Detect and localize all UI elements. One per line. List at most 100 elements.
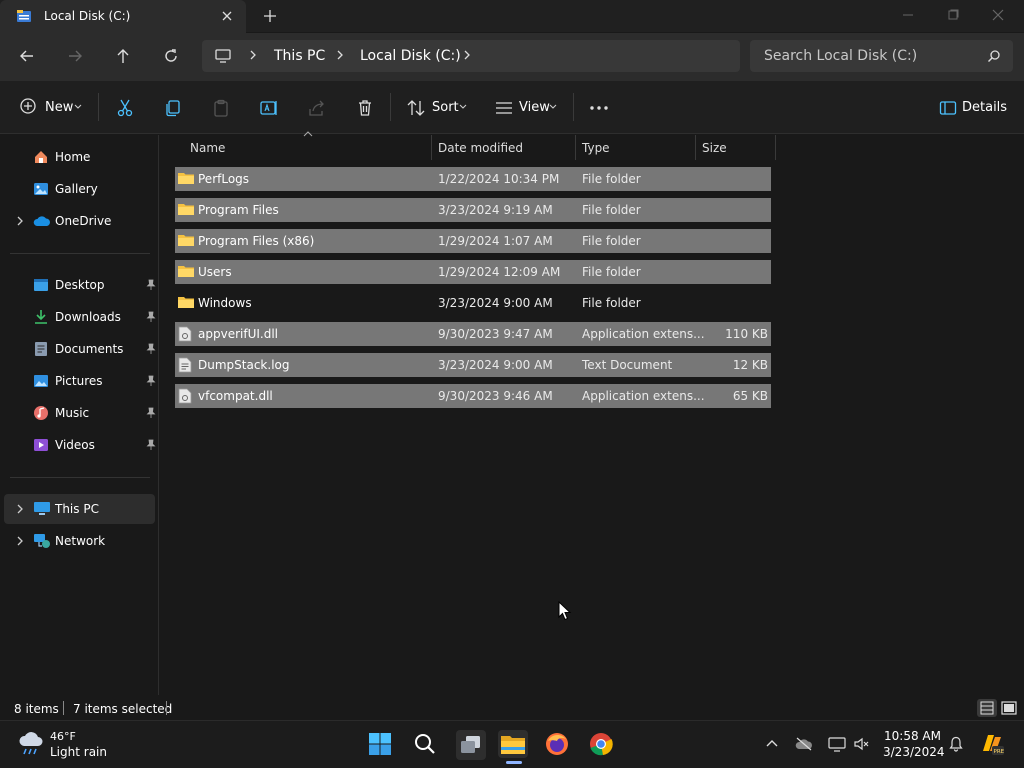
more-options-icon[interactable]: [588, 98, 610, 118]
file-name: appverifUI.dll: [198, 327, 278, 341]
task-view-icon[interactable]: [456, 730, 486, 760]
file-explorer-icon[interactable]: [498, 730, 528, 758]
chevron-right-icon[interactable]: [15, 214, 25, 228]
chevron-right-icon[interactable]: [15, 502, 25, 516]
view-lines-icon[interactable]: [494, 98, 514, 118]
paste-clipboard-icon[interactable]: [211, 98, 231, 118]
windows-start-icon[interactable]: [368, 732, 392, 756]
column-header-date[interactable]: Date modified: [438, 141, 523, 155]
chrome-icon[interactable]: [588, 731, 614, 757]
up-arrow-icon[interactable]: [114, 47, 132, 65]
sidebar-item-label: Music: [55, 406, 90, 420]
sidebar-item-desktop[interactable]: Desktop: [4, 270, 156, 300]
chevron-down-icon[interactable]: [459, 104, 467, 110]
file-row[interactable]: DumpStack.log 3/23/2024 9:00 AM Text Doc…: [175, 353, 771, 377]
sidebar-item-documents[interactable]: Documents: [4, 334, 156, 364]
pin-icon[interactable]: [146, 407, 156, 419]
pin-icon[interactable]: [146, 311, 156, 323]
pin-icon[interactable]: [146, 439, 156, 451]
details-button[interactable]: Details: [962, 100, 1007, 115]
sidebar-item-gallery[interactable]: Gallery: [4, 174, 155, 204]
details-view-toggle[interactable]: [977, 699, 997, 717]
column-resize-handle[interactable]: [695, 135, 696, 160]
chevron-right-icon[interactable]: [15, 534, 25, 548]
firefox-icon[interactable]: [544, 731, 570, 757]
column-header-type[interactable]: Type: [582, 141, 610, 155]
maximize-icon[interactable]: [945, 7, 961, 23]
sidebar-item-network[interactable]: Network: [4, 526, 155, 556]
share-icon[interactable]: [307, 98, 327, 118]
breadcrumb-this-pc[interactable]: This PC: [274, 48, 325, 64]
onedrive-tray-icon[interactable]: [795, 737, 813, 751]
pin-icon[interactable]: [146, 279, 156, 291]
sidebar-item-label: Videos: [55, 438, 95, 452]
file-row[interactable]: Program Files (x86) 1/29/2024 1:07 AM Fi…: [175, 229, 771, 253]
file-date: 3/23/2024 9:00 AM: [438, 296, 553, 310]
cut-scissors-icon[interactable]: [115, 98, 135, 118]
file-row[interactable]: PerfLogs 1/22/2024 10:34 PM File folder: [175, 167, 771, 191]
breadcrumb-chevron-icon[interactable]: [247, 48, 259, 62]
pin-icon[interactable]: [146, 375, 156, 387]
forward-arrow-icon[interactable]: [66, 47, 84, 65]
clock-date[interactable]: 3/23/2024: [883, 745, 945, 759]
minimize-icon[interactable]: [900, 7, 916, 23]
file-size: 12 KB: [732, 358, 768, 372]
sidebar-item-music[interactable]: Music: [4, 398, 156, 428]
column-header-name[interactable]: Name: [190, 141, 225, 155]
copilot-preview-icon[interactable]: PRE: [979, 731, 1005, 757]
pictures-icon: [33, 373, 49, 389]
clock-time[interactable]: 10:58 AM: [883, 729, 941, 743]
new-plus-icon[interactable]: [18, 96, 38, 116]
sidebar-item-home[interactable]: Home: [4, 142, 155, 172]
sidebar-item-onedrive[interactable]: OneDrive: [4, 206, 155, 236]
weather-rain-icon[interactable]: [17, 730, 45, 756]
sidebar-item-downloads[interactable]: Downloads: [4, 302, 156, 332]
weather-description[interactable]: Light rain: [50, 745, 107, 759]
breadcrumb-chevron-icon[interactable]: [461, 48, 473, 62]
weather-temperature[interactable]: 46°F: [50, 730, 76, 743]
close-window-icon[interactable]: [990, 7, 1006, 23]
details-pane-icon[interactable]: [939, 99, 957, 117]
back-arrow-icon[interactable]: [18, 47, 36, 65]
sidebar-item-label: Gallery: [55, 182, 98, 196]
search-placeholder[interactable]: Search Local Disk (C:): [764, 48, 917, 64]
new-tab-icon[interactable]: [262, 8, 278, 24]
file-row[interactable]: Program Files 3/23/2024 9:19 AM File fol…: [175, 198, 771, 222]
sort-icon[interactable]: [406, 98, 426, 118]
breadcrumb-local-disk[interactable]: Local Disk (C:): [360, 48, 461, 64]
file-row[interactable]: Windows 3/23/2024 9:00 AM File folder: [175, 291, 771, 315]
view-button[interactable]: View: [519, 100, 550, 115]
pin-icon[interactable]: [146, 343, 156, 355]
computer-icon[interactable]: [214, 47, 232, 65]
show-hidden-icons-chevron-icon[interactable]: [765, 737, 779, 749]
file-type: File folder: [582, 234, 641, 248]
file-row[interactable]: appverifUI.dll 9/30/2023 9:47 AM Applica…: [175, 322, 771, 346]
sort-button[interactable]: Sort: [432, 100, 459, 115]
large-icons-view-toggle[interactable]: [1000, 699, 1018, 717]
sidebar-item-this-pc[interactable]: This PC: [4, 494, 155, 524]
breadcrumb-chevron-icon[interactable]: [334, 48, 346, 62]
chevron-down-icon[interactable]: [74, 104, 82, 110]
notification-bell-icon[interactable]: [948, 736, 964, 752]
sidebar-item-pictures[interactable]: Pictures: [4, 366, 156, 396]
close-tab-icon[interactable]: [219, 8, 235, 24]
speaker-muted-icon[interactable]: [853, 736, 871, 752]
file-row[interactable]: vfcompat.dll 9/30/2023 9:46 AM Applicati…: [175, 384, 771, 408]
rename-icon[interactable]: [259, 98, 279, 118]
copy-icon[interactable]: [163, 98, 183, 118]
refresh-icon[interactable]: [162, 47, 180, 65]
chevron-down-icon[interactable]: [549, 104, 557, 110]
pane-divider[interactable]: [158, 135, 159, 695]
delete-trash-icon[interactable]: [355, 98, 375, 118]
column-resize-handle[interactable]: [431, 135, 432, 160]
file-row[interactable]: Users 1/29/2024 12:09 AM File folder: [175, 260, 771, 284]
column-resize-handle[interactable]: [575, 135, 576, 160]
display-tray-icon[interactable]: [828, 736, 846, 752]
column-header-size[interactable]: Size: [702, 141, 727, 155]
new-button[interactable]: New: [45, 100, 73, 115]
sidebar-item-videos[interactable]: Videos: [4, 430, 156, 460]
search-icon[interactable]: [987, 49, 1001, 63]
column-resize-handle[interactable]: [775, 135, 776, 160]
taskbar-search-icon[interactable]: [413, 732, 437, 756]
file-size: 65 KB: [732, 389, 768, 403]
